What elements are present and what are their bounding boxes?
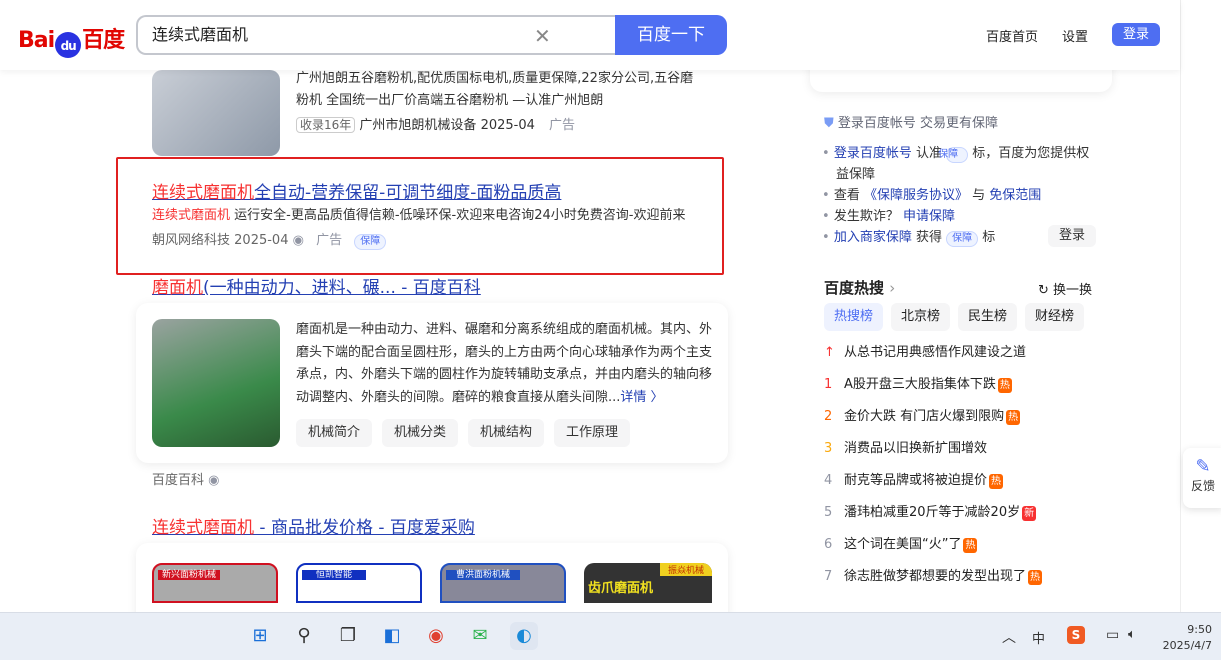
tab-hot[interactable]: 热搜榜: [824, 303, 884, 331]
tab-livelihood[interactable]: 民生榜: [958, 303, 1018, 331]
hot-item[interactable]: 2 金价大跌 有门店火爆到限购热: [824, 401, 1104, 433]
edit-icon: ✎: [1195, 456, 1211, 477]
search-icon[interactable]: ⚲: [290, 622, 318, 650]
result-meta: 朝风网络科技 2025-04 ◉ 广告 保障: [152, 230, 387, 252]
hot-title[interactable]: 百度热搜 ›: [824, 277, 895, 298]
ad-label: 广告: [549, 118, 576, 133]
hot-tabs: 热搜榜 北京榜 民生榜 财经榜: [824, 303, 1085, 331]
baike-desc: 磨面机是一种由动力、进料、碾磨和分离系统组成的磨面机械。其内、外磨头下端的配合面…: [296, 322, 713, 405]
start-icon[interactable]: ⊞: [246, 622, 274, 650]
home-link[interactable]: 百度首页: [986, 26, 1038, 45]
hot-item[interactable]: 5 潘玮柏减重20斤等于减龄20岁新: [824, 497, 1104, 529]
tab-beijing[interactable]: 北京榜: [891, 303, 951, 331]
login-button[interactable]: 登录: [1112, 23, 1160, 46]
hot-item[interactable]: 3 消费品以旧换新扩围增效: [824, 433, 1104, 465]
guarantee-heading: ⛊ 登录百度帐号 交易更有保障: [824, 116, 999, 131]
scrollbar[interactable]: [1180, 0, 1221, 612]
result-title-link[interactable]: 磨面机(一种由动力、进料、碾... - 百度百科: [152, 273, 481, 298]
sogou-icon[interactable]: S: [1067, 626, 1085, 644]
product-item[interactable]: 恒凯智能: [296, 563, 422, 603]
result-title-link[interactable]: 连续式磨面机全自动-营养保留-可调节细度-面粉品质高: [152, 178, 561, 203]
chip-category[interactable]: 机械分类: [382, 419, 459, 447]
refresh-button[interactable]: ↻ 换一换: [1038, 279, 1092, 298]
chip-intro[interactable]: 机械简介: [296, 419, 373, 447]
guarantee-item: • 登录百度帐号 认准 保障 标，百度为您提供权益保障: [822, 146, 1090, 182]
agreement-link[interactable]: 《保障服务协议》: [864, 188, 968, 203]
product-item[interactable]: 曹洪面粉机械: [440, 563, 566, 603]
hot-item[interactable]: 7 徐志胜做梦都想要的发型出现了热: [824, 561, 1104, 593]
guarantee-badge[interactable]: 保障: [354, 234, 387, 250]
clear-icon[interactable]: ✕: [534, 24, 551, 48]
chip-principle[interactable]: 工作原理: [554, 419, 631, 447]
result-desc: 连续式磨面机 运行安全-更高品质值得信赖-低噪环保-欢迎来电咨询24小时免费咨询…: [152, 208, 686, 223]
result-meta: 收录16年 广州市旭朗机械设备 2025-04 广告: [296, 114, 575, 137]
guarantee-badge: 保障: [946, 231, 979, 247]
product-item[interactable]: 振焱机械 齿爪磨面机: [584, 563, 712, 603]
network-icon[interactable]: ▭: [1106, 627, 1119, 643]
result-title-link[interactable]: 连续式磨面机 - 商品批发价格 - 百度爱采购: [152, 513, 475, 538]
hot-item[interactable]: 6 这个词在美国“火”了热: [824, 529, 1104, 561]
hot-item[interactable]: 4 耐克等品牌或将被迫提价热: [824, 465, 1104, 497]
result-desc: 广州旭朗五谷磨粉机,配优质国标电机,质量更保障,22家分公司,五谷磨粉机 全国统…: [296, 71, 694, 108]
chrome-icon[interactable]: ◉: [422, 622, 450, 650]
merchant-link[interactable]: 加入商家保障: [834, 230, 912, 245]
scope-link[interactable]: 免保范围: [989, 188, 1041, 203]
tray-chevron-icon[interactable]: ︿: [1002, 627, 1016, 647]
date: 2025-04: [480, 118, 535, 133]
widgets-icon[interactable]: ◧: [378, 622, 406, 650]
source: 朝风网络科技: [152, 233, 231, 248]
product-item[interactable]: 新兴面粉机械: [152, 563, 278, 603]
settings-link[interactable]: 设置: [1062, 26, 1088, 45]
source: 广州市旭朗机械设备: [359, 118, 477, 133]
guarantee-login-button[interactable]: 登录: [1048, 225, 1096, 247]
clock[interactable]: 9:50 2025/4/7: [1160, 622, 1212, 654]
baike-image[interactable]: [152, 319, 280, 447]
apply-link[interactable]: 申请保障: [903, 209, 955, 224]
edge-icon[interactable]: ◐: [510, 622, 538, 650]
chip-structure[interactable]: 机械结构: [468, 419, 545, 447]
baike-chips: 机械简介 机械分类 机械结构 工作原理: [296, 419, 631, 447]
hot-list: ↑ 从总书记用典感悟作风建设之道 1 A股开盘三大股指集体下跌热 2 金价大跌 有门店…: [824, 337, 1104, 593]
baidu-logo[interactable]: Bai du 百度: [18, 22, 125, 58]
more-link[interactable]: 详情 〉: [620, 390, 663, 405]
product-image[interactable]: [152, 70, 280, 156]
wechat-icon[interactable]: ✉: [466, 622, 494, 650]
shield-icon: ⛊: [824, 116, 834, 131]
date: 2025-04: [234, 233, 289, 248]
volume-icon[interactable]: 🔈︎: [1128, 627, 1136, 642]
guarantee-item: • 发生欺诈？ 申请保障: [822, 209, 955, 224]
header: Bai du 百度 连续式磨面机 ✕ 百度一下 百度首页 设置 登录: [0, 0, 1180, 70]
dropdown-icon[interactable]: ◉: [293, 233, 304, 248]
tab-finance[interactable]: 财经榜: [1025, 303, 1085, 331]
task-view-icon[interactable]: ❐: [334, 622, 362, 650]
guarantee-badge: 保障: [938, 147, 969, 163]
guarantee-item: • 查看 《保障服务协议》 与 免保范围: [822, 188, 1042, 203]
ime-indicator[interactable]: 中: [1032, 628, 1045, 647]
ad-label: 广告: [316, 233, 343, 248]
hot-item[interactable]: ↑ 从总书记用典感悟作风建设之道: [824, 337, 1104, 369]
indexed-badge: 收录16年: [296, 117, 356, 133]
source: 百度百科 ◉: [152, 473, 220, 488]
feedback-button[interactable]: ✎ 反馈: [1183, 448, 1221, 508]
refresh-icon: ↻: [1038, 283, 1049, 298]
login-account-link[interactable]: 登录百度帐号: [834, 146, 912, 161]
search-button[interactable]: 百度一下: [615, 15, 727, 55]
hot-item[interactable]: 1 A股开盘三大股指集体下跌热: [824, 369, 1104, 401]
